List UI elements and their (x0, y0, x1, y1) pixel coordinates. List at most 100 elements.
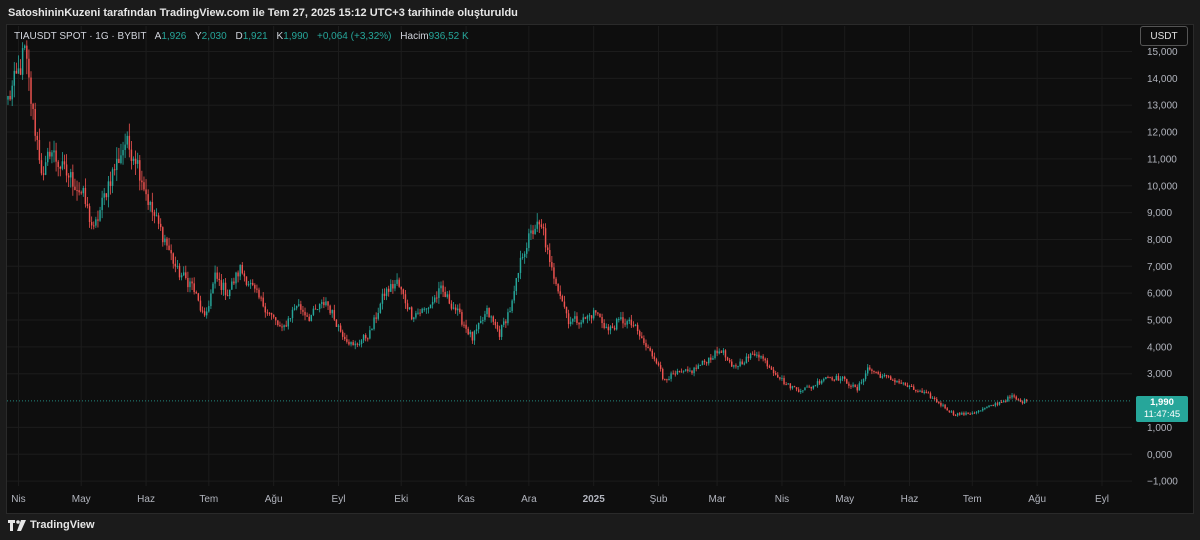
candle-body (193, 283, 195, 293)
candle-body (241, 265, 244, 274)
candle-body (436, 297, 438, 299)
candle-body (833, 379, 835, 381)
last-price-value: 1,990 (1150, 397, 1174, 408)
candle-body (649, 348, 651, 351)
y-tick-label: 14,000 (1147, 74, 1178, 85)
candle-body (613, 327, 616, 330)
candle-body (990, 405, 992, 407)
candle-body (254, 284, 256, 289)
candle-body (339, 325, 342, 332)
candle-body (756, 354, 758, 356)
candle-body (318, 303, 321, 310)
y-tick-label: 15,000 (1147, 47, 1178, 58)
candle-body (120, 155, 122, 163)
candle-body (11, 85, 13, 100)
candle-body (733, 365, 735, 367)
candle-body (569, 321, 572, 325)
symbol-title[interactable]: TIAUSDT SPOT · 1G · BYBIT (14, 31, 146, 42)
candle-body (47, 151, 49, 163)
y-tick-label: 8,000 (1147, 235, 1172, 246)
candle-body (239, 265, 241, 277)
candle-body (540, 224, 543, 227)
candle-body (381, 293, 384, 304)
candle-body (182, 272, 185, 276)
candle-body (910, 386, 913, 388)
candle-body (410, 307, 413, 320)
candle-body (831, 377, 833, 380)
candle-body (944, 404, 946, 409)
symbol-legend: TIAUSDT SPOT · 1G · BYBIT A1,926 Y2,030 … (14, 31, 469, 42)
candle-body (963, 412, 965, 415)
candle-body (674, 373, 677, 375)
candle-body (84, 187, 87, 205)
candle-body (814, 385, 817, 387)
candle-body (178, 265, 181, 278)
candle-body (534, 228, 536, 235)
x-tick-label: Haz (901, 494, 919, 505)
candle-body (385, 288, 388, 296)
candle-body (655, 359, 658, 364)
currency-button[interactable]: USDT (1140, 26, 1188, 46)
candle-body (59, 166, 62, 169)
candle-body (111, 169, 114, 186)
candle-body (433, 297, 436, 302)
candle-body (578, 322, 580, 325)
candle-body (770, 367, 773, 370)
candle-body (808, 386, 810, 388)
candle-body (758, 354, 760, 358)
candle-body (352, 342, 354, 346)
candle-body (235, 272, 237, 284)
price-chart[interactable]: 15,000 14,000 13,000 12,000 11,000 10,000 9,00… (0, 0, 1200, 540)
candle-body (615, 319, 618, 330)
tradingview-logo[interactable]: TradingView (8, 519, 95, 531)
candle-body (582, 317, 584, 323)
candle-body (795, 387, 798, 390)
candle-body (392, 284, 394, 289)
candle-body (827, 377, 829, 379)
candle-body (128, 135, 131, 150)
close-value: 1,990 (283, 31, 309, 42)
candle-body (760, 356, 762, 358)
candle-body (542, 226, 545, 229)
candle-body (572, 318, 574, 322)
candle-body (864, 373, 867, 380)
candle-body (576, 316, 578, 323)
candle-body (965, 412, 967, 415)
candle-body (262, 297, 264, 307)
candle-body (494, 321, 497, 326)
candle-body (9, 95, 11, 100)
candle-body (40, 160, 43, 174)
candle-body (871, 369, 873, 371)
candle-body (130, 149, 133, 161)
candle-body (465, 324, 467, 329)
candle-body (595, 310, 597, 313)
candle-body (105, 193, 108, 198)
candle-body (607, 326, 610, 331)
candle-body (400, 286, 402, 290)
x-tick-label: Ağu (1028, 494, 1046, 505)
candle-body (852, 384, 854, 387)
candle-body (580, 322, 582, 325)
x-tick-label: Tem (963, 494, 982, 505)
candle-body (741, 361, 743, 365)
candle-body (630, 319, 633, 326)
candle-body (456, 308, 459, 311)
y-tick-label: 6,000 (1147, 289, 1172, 300)
candle-body (915, 389, 917, 392)
candle-body (517, 272, 520, 279)
candle-body (107, 181, 110, 198)
candle-body (396, 279, 398, 284)
candle-body (287, 318, 290, 327)
candle-body (116, 158, 118, 170)
x-tick-label: Kas (457, 494, 474, 505)
candle-body (444, 291, 446, 297)
candle-body (243, 273, 246, 277)
candle-body (818, 381, 821, 384)
x-tick-label: May (72, 494, 91, 505)
candle-body (718, 351, 720, 354)
candle-body (390, 284, 392, 292)
candle-body (505, 321, 507, 324)
candle-body (509, 310, 511, 313)
candle-body (942, 404, 944, 406)
candle-body (429, 304, 432, 309)
